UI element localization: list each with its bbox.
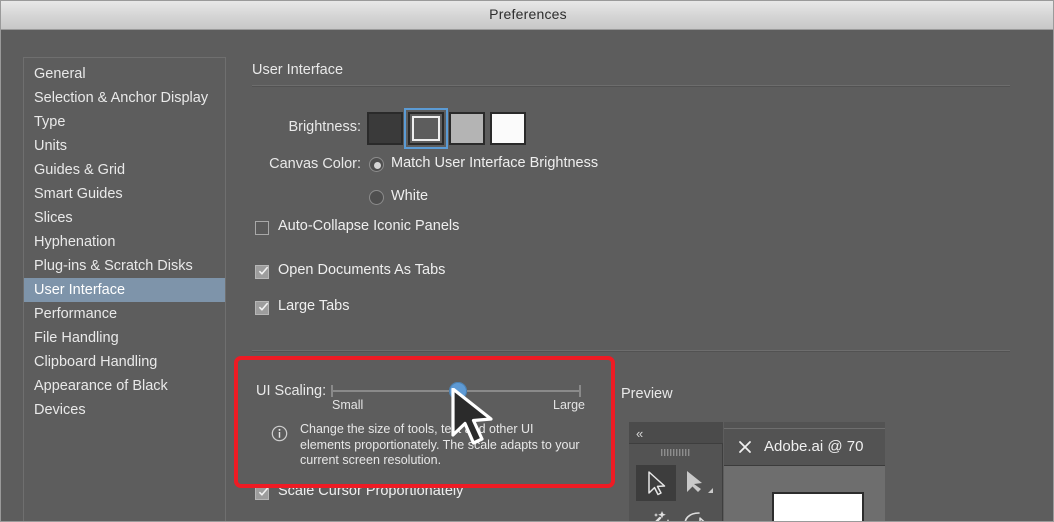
brightness-swatch-medium-dark-selected-ring bbox=[404, 108, 448, 149]
sidebar-item-label: Hyphenation bbox=[34, 234, 116, 250]
checkbox-large-tabs[interactable] bbox=[255, 301, 269, 315]
ui-scaling-description: Change the size of tools, text and other… bbox=[300, 422, 580, 467]
sidebar-item-type[interactable]: Type bbox=[24, 110, 225, 134]
sidebar-item-label: General bbox=[34, 66, 86, 82]
preview-artboard bbox=[772, 492, 864, 521]
sidebar-item-general[interactable]: General bbox=[24, 62, 225, 86]
radio-white[interactable] bbox=[369, 190, 384, 205]
selection-arrow-icon bbox=[648, 471, 666, 496]
checkbox-auto-collapse-iconic-panels[interactable] bbox=[255, 221, 269, 235]
ui-scaling-label: UI Scaling: bbox=[256, 383, 327, 399]
sidebar-item-file-handling[interactable]: File Handling bbox=[24, 326, 225, 350]
sidebar-item-label: Plug-ins & Scratch Disks bbox=[34, 258, 193, 274]
brightness-label: Brightness: bbox=[288, 119, 361, 135]
checkbox-scale-cursor-proportionately[interactable] bbox=[255, 486, 269, 500]
preview-document-area: Adobe.ai @ 70 bbox=[724, 422, 885, 521]
sidebar-item-label: Type bbox=[34, 114, 66, 130]
radio-label-white: White bbox=[391, 188, 429, 204]
window-title: Preferences bbox=[489, 6, 567, 22]
brightness-swatch-white[interactable] bbox=[490, 112, 526, 145]
checkbox-label-auto-collapse-iconic-panels: Auto-Collapse Iconic Panels bbox=[278, 218, 460, 234]
info-icon bbox=[271, 425, 288, 442]
preview-panel: « Adobe.ai @ 70 bbox=[629, 422, 885, 521]
slider-min-label: Small bbox=[332, 398, 364, 412]
brightness-swatch-dark[interactable] bbox=[367, 112, 403, 145]
sidebar-item-performance[interactable]: Performance bbox=[24, 302, 225, 326]
sidebar-item-label: Performance bbox=[34, 306, 118, 322]
preview-tools-panel: « bbox=[629, 422, 723, 521]
checkmark-icon bbox=[258, 487, 269, 496]
checkmark-icon bbox=[258, 302, 269, 311]
sidebar-item-appearance-of-black[interactable]: Appearance of Black bbox=[24, 374, 225, 398]
slider-tick-max bbox=[579, 385, 581, 397]
sidebar-item-label: User Interface bbox=[34, 282, 126, 298]
checkbox-open-documents-as-tabs[interactable] bbox=[255, 265, 269, 279]
preview-document-tabbar: Adobe.ai @ 70 bbox=[724, 428, 885, 466]
sidebar-item-label: Appearance of Black bbox=[34, 378, 168, 394]
sidebar-item-label: Devices bbox=[34, 402, 86, 418]
sidebar-item-label: Selection & Anchor Display bbox=[34, 90, 209, 106]
sidebar-item-hyphenation[interactable]: Hyphenation bbox=[24, 230, 225, 254]
radio-dot bbox=[374, 162, 381, 169]
slider-max-label: Large bbox=[553, 398, 585, 412]
divider-top bbox=[252, 85, 1010, 87]
lasso-icon bbox=[684, 512, 705, 521]
radio-label-match-ui-brightness: Match User Interface Brightness bbox=[391, 155, 599, 171]
radio-match-ui-brightness[interactable] bbox=[369, 157, 384, 172]
preview-magic-wand-tool[interactable] bbox=[636, 507, 676, 521]
sidebar-item-selection-anchor-display[interactable]: Selection & Anchor Display bbox=[24, 86, 225, 110]
brightness-swatch-medium-dark[interactable] bbox=[408, 112, 444, 145]
sidebar-item-plugins-scratch-disks[interactable]: Plug-ins & Scratch Disks bbox=[24, 254, 225, 278]
preview-tools-header: « bbox=[629, 422, 723, 444]
preview-label: Preview bbox=[621, 386, 673, 402]
canvas-color-label: Canvas Color: bbox=[269, 156, 361, 172]
slider-tick-min bbox=[331, 385, 333, 397]
brightness-swatch-light[interactable] bbox=[449, 112, 485, 145]
window-titlebar: Preferences bbox=[1, 1, 1053, 30]
sidebar-item-smart-guides[interactable]: Smart Guides bbox=[24, 182, 225, 206]
checkbox-label-scale-cursor-proportionately: Scale Cursor Proportionately bbox=[278, 483, 464, 499]
preview-direct-selection-tool[interactable] bbox=[677, 465, 717, 501]
dialog-body: General Selection & Anchor Display Type … bbox=[1, 30, 1053, 521]
close-icon[interactable] bbox=[738, 440, 752, 454]
sidebar-item-devices[interactable]: Devices bbox=[24, 398, 225, 422]
ui-scaling-slider-thumb[interactable] bbox=[449, 382, 467, 400]
direct-selection-arrow-icon bbox=[687, 471, 713, 493]
sidebar-item-user-interface[interactable]: User Interface bbox=[24, 278, 225, 302]
sidebar-item-label: Slices bbox=[34, 210, 73, 226]
preview-lasso-tool[interactable] bbox=[677, 507, 717, 521]
checkbox-label-large-tabs: Large Tabs bbox=[278, 298, 350, 314]
sidebar-item-guides-grid[interactable]: Guides & Grid bbox=[24, 158, 225, 182]
page-title: User Interface bbox=[252, 62, 344, 78]
swatch-inner-outline bbox=[412, 116, 440, 141]
preview-canvas bbox=[724, 466, 885, 521]
sidebar-item-units[interactable]: Units bbox=[24, 134, 225, 158]
magic-wand-icon bbox=[654, 511, 670, 521]
sidebar-item-label: Clipboard Handling bbox=[34, 354, 158, 370]
sidebar-item-label: Units bbox=[34, 138, 68, 154]
sidebar-item-label: File Handling bbox=[34, 330, 119, 346]
grip-handle-icon bbox=[661, 449, 690, 456]
sidebar-item-slices[interactable]: Slices bbox=[24, 206, 225, 230]
checkmark-icon bbox=[258, 266, 269, 275]
checkbox-label-open-documents-as-tabs: Open Documents As Tabs bbox=[278, 262, 446, 278]
preferences-category-list[interactable]: General Selection & Anchor Display Type … bbox=[23, 57, 226, 521]
collapse-chevrons-icon[interactable]: « bbox=[636, 426, 643, 441]
sidebar-item-clipboard-handling[interactable]: Clipboard Handling bbox=[24, 350, 225, 374]
divider-mid bbox=[252, 350, 1010, 352]
preview-selection-tool[interactable] bbox=[636, 465, 676, 501]
sidebar-item-label: Smart Guides bbox=[34, 186, 123, 202]
preview-document-tab-label[interactable]: Adobe.ai @ 70 bbox=[764, 438, 863, 455]
preferences-dialog: Preferences General Selection & Anchor D… bbox=[0, 0, 1054, 522]
sidebar-item-label: Guides & Grid bbox=[34, 162, 126, 178]
